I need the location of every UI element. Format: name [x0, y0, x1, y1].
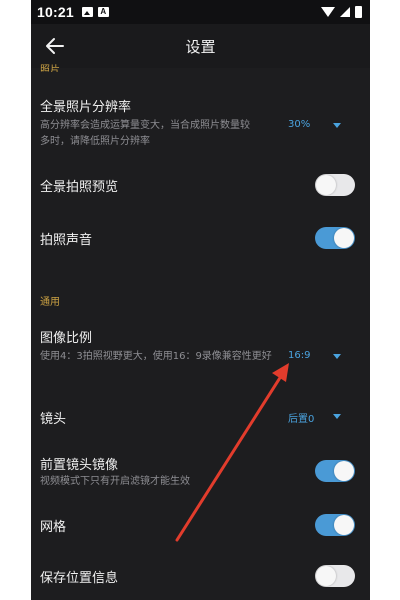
setting-save-location[interactable]: 保存位置信息: [31, 565, 370, 589]
toggle-knob: [334, 461, 354, 481]
status-bar: 10:21 A: [31, 0, 370, 24]
grid-toggle[interactable]: [315, 514, 355, 536]
signal-icon: [340, 7, 350, 17]
image-icon: [81, 7, 93, 17]
setting-shutter-sound[interactable]: 拍照声音: [31, 223, 370, 253]
dropdown-value[interactable]: 16:9: [288, 350, 310, 361]
toggle-knob: [334, 228, 354, 248]
battery-icon: [355, 6, 362, 18]
a-icon: A: [97, 7, 109, 17]
setting-pano-resolution[interactable]: 全景照片分辨率 高分辨率会造成运算量变大，当合成照片数量较多时，请降低照片分辨率…: [31, 92, 370, 154]
setting-title: 全景照片分辨率: [40, 100, 132, 115]
phone-screen: 10:21 A 设置 照片 全景照片分辨率 高分辨率会造成运算量变大，当合成照片…: [31, 0, 370, 600]
save-location-toggle[interactable]: [315, 565, 355, 587]
setting-aspect-ratio[interactable]: 图像比例 使用4：3拍照视野更大，使用16：9录像兼容性更好 16:9: [31, 323, 370, 383]
setting-desc: 使用4：3拍照视野更大，使用16：9录像兼容性更好: [40, 351, 272, 362]
section-header-photo: 照片: [40, 65, 60, 72]
front-mirror-toggle[interactable]: [315, 460, 355, 482]
page-title: 设置: [185, 37, 216, 56]
app-bar: 设置: [31, 24, 370, 68]
setting-desc: 高分辨率会造成运算量变大，当合成照片数量较多时，请降低照片分辨率: [40, 120, 250, 147]
chevron-down-icon[interactable]: [333, 123, 341, 128]
settings-list: 照片 全景照片分辨率 高分辨率会造成运算量变大，当合成照片数量较多时，请降低照片…: [31, 65, 370, 600]
status-time: 10:21: [37, 4, 74, 20]
wifi-icon: [321, 7, 335, 17]
chevron-down-icon[interactable]: [333, 354, 341, 359]
setting-desc: 视频模式下只有开启滤镜才能生效: [40, 476, 190, 487]
setting-title: 图像比例: [40, 331, 93, 346]
setting-title: 网格: [40, 520, 67, 535]
pano-preview-toggle[interactable]: [315, 174, 355, 196]
toggle-knob: [316, 566, 336, 586]
section-header-general: 通用: [40, 297, 60, 308]
setting-lens[interactable]: 镜头 后置0: [31, 404, 370, 428]
shutter-sound-toggle[interactable]: [315, 227, 355, 249]
setting-title: 全景拍照预览: [40, 180, 119, 195]
dropdown-value[interactable]: 后置0: [288, 410, 314, 425]
setting-title: 拍照声音: [40, 233, 93, 248]
setting-title: 保存位置信息: [40, 571, 119, 586]
back-arrow-icon[interactable]: [43, 34, 67, 58]
setting-front-mirror[interactable]: 前置镜头镜像 视频模式下只有开启滤镜才能生效: [31, 454, 370, 490]
setting-pano-preview[interactable]: 全景拍照预览: [31, 170, 370, 200]
toggle-knob: [334, 515, 354, 535]
setting-grid[interactable]: 网格: [31, 514, 370, 538]
toggle-knob: [316, 175, 336, 195]
dropdown-value[interactable]: 30%: [288, 119, 310, 130]
setting-title: 镜头: [40, 412, 67, 427]
chevron-down-icon[interactable]: [333, 414, 341, 419]
setting-title: 前置镜头镜像: [40, 458, 119, 473]
